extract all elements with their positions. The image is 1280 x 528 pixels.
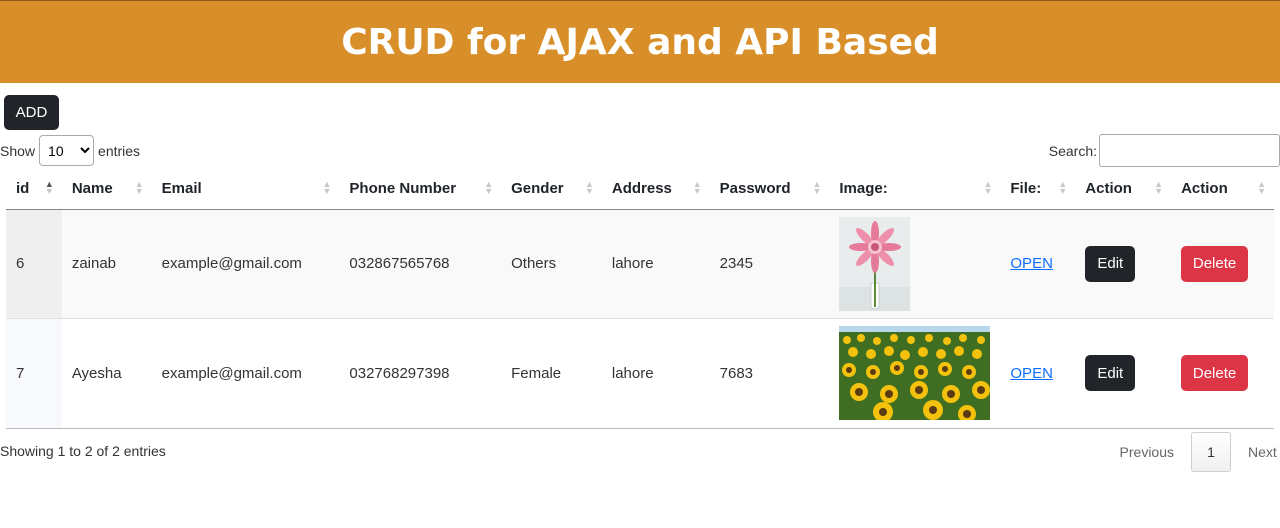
entries-select[interactable]: 10 [39, 135, 95, 166]
column-header-address[interactable]: Address ▲ ▼ [601, 168, 710, 210]
cell-gender: Others [501, 209, 602, 319]
cell-file: OPEN [1000, 318, 1076, 429]
next-page-button[interactable]: Next [1231, 444, 1280, 460]
length-suffix: entries [98, 142, 141, 159]
column-header-password[interactable]: Password ▲ ▼ [709, 168, 830, 210]
table-info: Showing 1 to 2 of 2 entries [0, 443, 166, 459]
table-row: 7 Ayesha example@gmail.com 032768297398 … [6, 318, 1274, 429]
table-row: 6 zainab example@gmail.com 032867565768 … [6, 209, 1274, 319]
cell-image [829, 318, 1001, 429]
users-table: id ▲ ▼ Name ▲ ▼ Email ▲ ▼ Phone Number ▲ ▼ Gende… [6, 168, 1274, 429]
column-header-gender[interactable]: Gender ▲ ▼ [501, 168, 602, 210]
pink-gerbera-flower-icon [839, 216, 911, 311]
search-label: Search: [1048, 142, 1097, 159]
delete-button[interactable]: Delete [1181, 245, 1249, 282]
entries-length-control: Show 10 entries [0, 135, 140, 166]
sort-arrows-icon: ▲ ▼ [134, 179, 144, 196]
cell-email: example@gmail.com [151, 318, 340, 429]
search-control: Search: [1049, 134, 1280, 167]
cell-address: lahore [601, 209, 710, 319]
cell-password: 2345 [709, 209, 830, 319]
edit-button[interactable]: Edit [1085, 355, 1136, 391]
page-header: CRUD for AJAX and API Based [0, 0, 1280, 83]
cell-email: example@gmail.com [151, 209, 340, 319]
page-title: CRUD for AJAX and API Based [341, 21, 939, 63]
cell-gender: Female [501, 318, 602, 429]
column-header-file[interactable]: File: ▲ ▼ [1000, 168, 1076, 210]
add-button[interactable]: ADD [4, 95, 59, 130]
column-header-phone[interactable]: Phone Number ▲ ▼ [339, 168, 502, 210]
cell-id: 6 [6, 209, 62, 319]
cell-name: zainab [61, 209, 152, 319]
sunflower-field-icon [839, 326, 991, 420]
sort-arrows-icon: ▲ ▼ [484, 179, 494, 196]
delete-button[interactable]: Delete [1181, 355, 1249, 391]
sort-arrows-icon: ▲ ▼ [692, 179, 702, 196]
sort-arrows-icon: ▲ ▼ [1154, 179, 1164, 196]
cell-edit: Edit [1075, 318, 1172, 429]
sort-arrows-icon: ▲ ▼ [1058, 179, 1068, 196]
page-1-button[interactable]: 1 [1191, 432, 1231, 472]
open-file-link[interactable]: OPEN [1010, 365, 1053, 382]
sort-arrows-icon: ▲ ▼ [584, 179, 594, 196]
pagination: Previous 1 Next [1103, 432, 1280, 472]
cell-edit: Edit [1075, 209, 1172, 319]
sort-arrows-icon: ▲ ▼ [812, 179, 822, 196]
cell-file: OPEN [1000, 209, 1076, 319]
cell-image [829, 209, 1001, 319]
cell-name: Ayesha [61, 318, 152, 429]
sort-arrows-icon: ▲ ▼ [1257, 179, 1266, 196]
column-header-id[interactable]: id ▲ ▼ [6, 168, 62, 210]
cell-address: lahore [601, 318, 710, 429]
edit-button[interactable]: Edit [1085, 245, 1136, 282]
cell-id: 7 [6, 318, 62, 429]
column-header-name[interactable]: Name ▲ ▼ [61, 168, 152, 210]
search-input[interactable] [1099, 134, 1280, 167]
column-header-image[interactable]: Image: ▲ ▼ [829, 168, 1001, 210]
table-header-row: id ▲ ▼ Name ▲ ▼ Email ▲ ▼ Phone Number ▲ ▼ Gende… [6, 168, 1274, 210]
sort-arrows-icon: ▲ ▼ [322, 179, 332, 196]
cell-password: 7683 [709, 318, 830, 429]
cell-delete: Delete [1171, 209, 1274, 319]
sort-arrows-icon: ▲ ▼ [983, 179, 993, 196]
column-header-action-delete[interactable]: Action ▲ ▼ [1171, 168, 1274, 210]
cell-phone: 032768297398 [339, 318, 502, 429]
sort-arrows-icon: ▲ ▼ [44, 179, 54, 196]
column-header-email[interactable]: Email ▲ ▼ [151, 168, 340, 210]
cell-phone: 032867565768 [339, 209, 502, 319]
previous-page-button[interactable]: Previous [1103, 444, 1191, 460]
length-prefix: Show [0, 142, 36, 159]
column-header-action-edit[interactable]: Action ▲ ▼ [1075, 168, 1172, 210]
cell-delete: Delete [1171, 318, 1274, 429]
open-file-link[interactable]: OPEN [1010, 255, 1053, 272]
